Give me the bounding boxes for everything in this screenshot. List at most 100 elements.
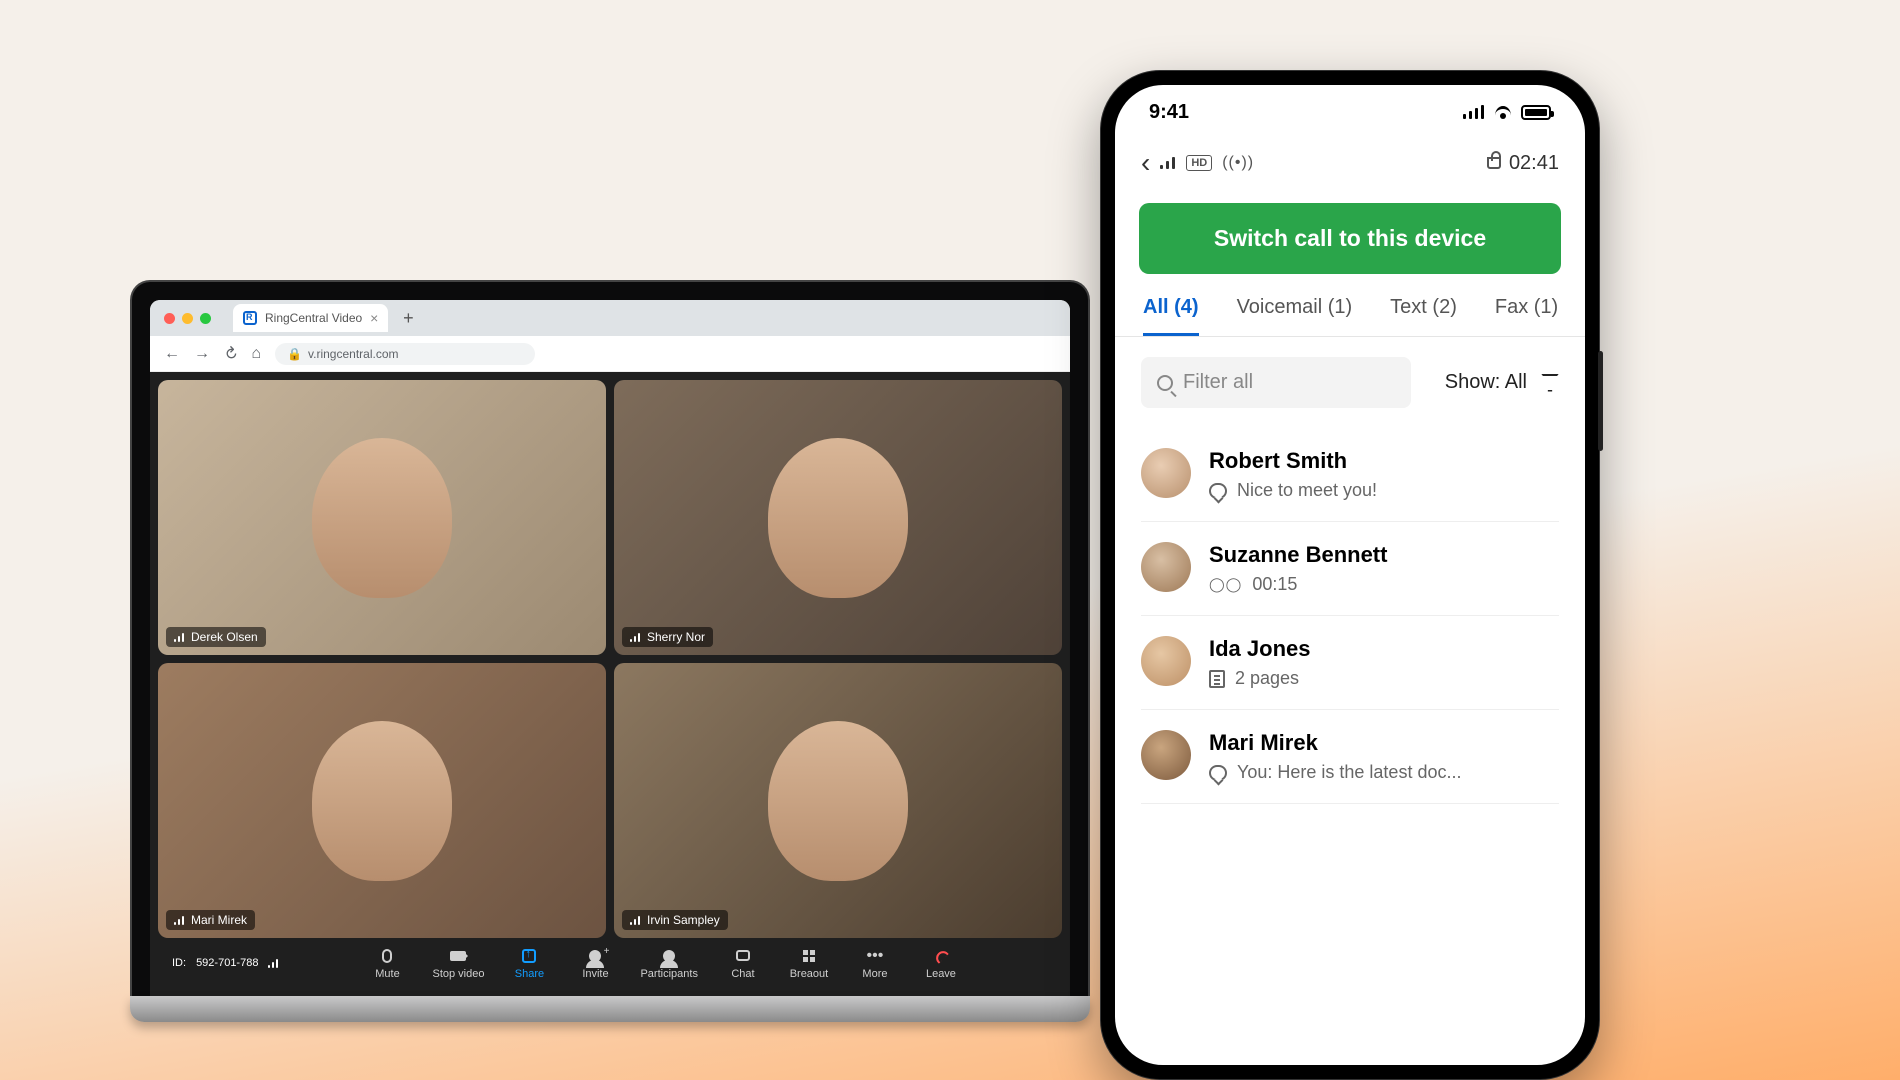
- contact-list: Robert Smith Nice to meet you! Suzanne B…: [1115, 428, 1585, 804]
- participant-name: Mari Mirek: [191, 913, 247, 927]
- contact-name: Robert Smith: [1209, 448, 1377, 474]
- share-button[interactable]: Share: [508, 947, 550, 980]
- label: More: [862, 968, 887, 980]
- call-timer: 02:41: [1509, 152, 1559, 175]
- video-tile[interactable]: Derek Olsen: [158, 380, 606, 655]
- maximize-window-icon[interactable]: [200, 313, 211, 324]
- meeting-id-label: ID:: [172, 957, 186, 969]
- label: Chat: [731, 968, 754, 980]
- participant-tag: Sherry Nor: [622, 627, 713, 647]
- invite-button[interactable]: Invite: [574, 947, 616, 980]
- signal-icon: [630, 632, 642, 642]
- close-tab-icon[interactable]: ×: [370, 310, 378, 326]
- signal-icon: [174, 915, 186, 925]
- meeting-bottombar: ID: 592-701-788 Mute Stop video Share In…: [158, 938, 1062, 988]
- switch-call-button[interactable]: Switch call to this device: [1139, 203, 1561, 274]
- avatar: [1141, 542, 1191, 592]
- contact-name: Ida Jones: [1209, 636, 1310, 662]
- voicemail-icon: ◯◯: [1209, 576, 1242, 593]
- video-tile[interactable]: Irvin Sampley: [614, 663, 1062, 938]
- meeting-id: ID: 592-701-788: [172, 957, 280, 969]
- contact-subtitle: Nice to meet you!: [1237, 480, 1377, 501]
- video-app: Derek Olsen Sherry Nor: [150, 372, 1070, 996]
- label: Mute: [375, 968, 399, 980]
- home-icon[interactable]: ⌂: [251, 345, 261, 363]
- list-item[interactable]: Ida Jones 2 pages: [1141, 616, 1559, 710]
- cellular-icon: [1463, 105, 1485, 119]
- video-tile[interactable]: Sherry Nor: [614, 380, 1062, 655]
- more-button[interactable]: •••More: [854, 947, 896, 980]
- stop-video-button[interactable]: Stop video: [432, 947, 484, 980]
- forward-icon[interactable]: →: [194, 345, 210, 363]
- reload-icon[interactable]: ↻: [224, 344, 237, 364]
- breakout-button[interactable]: Breaout: [788, 947, 830, 980]
- list-item[interactable]: Mari Mirek You: Here is the latest doc..…: [1141, 710, 1559, 804]
- new-tab-button[interactable]: +: [398, 308, 418, 328]
- avatar: [1141, 448, 1191, 498]
- contact-subtitle: 2 pages: [1235, 668, 1299, 689]
- browser-tab[interactable]: RingCentral Video ×: [233, 304, 388, 332]
- call-header: ‹ HD ((•)) 02:41: [1115, 139, 1585, 195]
- participant-video: [312, 438, 452, 598]
- back-icon[interactable]: ←: [164, 345, 180, 363]
- participant-name: Irvin Sampley: [647, 913, 720, 927]
- video-grid: Derek Olsen Sherry Nor: [158, 380, 1062, 938]
- chat-button[interactable]: Chat: [722, 947, 764, 980]
- browser-window: RingCentral Video × + ← → ↻ ⌂ 🔒 v.ringce…: [150, 300, 1070, 996]
- broadcast-icon: ((•)): [1222, 154, 1254, 172]
- video-tile[interactable]: Mari Mirek: [158, 663, 606, 938]
- leave-button[interactable]: Leave: [920, 947, 962, 980]
- meeting-controls: Mute Stop video Share Invite Participant…: [280, 947, 1048, 980]
- tab-text[interactable]: Text (2): [1390, 296, 1457, 336]
- signal-icon: [630, 915, 642, 925]
- traffic-lights[interactable]: [164, 313, 211, 324]
- label: Share: [515, 968, 544, 980]
- filter-input[interactable]: Filter all: [1141, 357, 1411, 408]
- battery-icon: [1521, 105, 1551, 120]
- chat-icon: [1209, 765, 1227, 781]
- list-item[interactable]: Robert Smith Nice to meet you!: [1141, 428, 1559, 522]
- label: Leave: [926, 968, 956, 980]
- show-filter[interactable]: Show: All: [1445, 371, 1559, 394]
- participant-name: Sherry Nor: [647, 630, 705, 644]
- tab-all[interactable]: All (4): [1143, 296, 1199, 336]
- url-text: v.ringcentral.com: [308, 347, 398, 361]
- signal-icon: [174, 632, 186, 642]
- phone-mockup: 9:41 ‹ HD ((•)) 02:41 Switch call to thi…: [1100, 70, 1600, 1080]
- participant-tag: Irvin Sampley: [622, 910, 728, 930]
- browser-tabbar: RingCentral Video × +: [150, 300, 1070, 336]
- label: Breaout: [790, 968, 829, 980]
- participant-name: Derek Olsen: [191, 630, 258, 644]
- meeting-id-value: 592-701-788: [196, 957, 258, 969]
- mute-button[interactable]: Mute: [366, 947, 408, 980]
- tab-fax[interactable]: Fax (1): [1495, 296, 1558, 336]
- inbox-tabs: All (4) Voicemail (1) Text (2) Fax (1): [1115, 296, 1585, 337]
- tab-title: RingCentral Video: [265, 311, 362, 325]
- lock-icon: 🔒: [287, 347, 302, 361]
- avatar: [1141, 730, 1191, 780]
- minimize-window-icon[interactable]: [182, 313, 193, 324]
- tab-voicemail[interactable]: Voicemail (1): [1237, 296, 1353, 336]
- label: Invite: [582, 968, 608, 980]
- contact-subtitle: You: Here is the latest doc...: [1237, 762, 1461, 783]
- list-item[interactable]: Suzanne Bennett ◯◯00:15: [1141, 522, 1559, 616]
- laptop-mockup: RingCentral Video × + ← → ↻ ⌂ 🔒 v.ringce…: [130, 280, 1090, 1022]
- signal-icon: [268, 958, 280, 968]
- contact-name: Mari Mirek: [1209, 730, 1461, 756]
- back-icon[interactable]: ‹: [1141, 147, 1150, 179]
- chat-icon: [1209, 483, 1227, 499]
- participant-video: [312, 721, 452, 881]
- phone-side-button: [1598, 351, 1603, 451]
- participant-tag: Derek Olsen: [166, 627, 266, 647]
- hd-badge: HD: [1186, 155, 1212, 171]
- wifi-icon: [1493, 102, 1513, 122]
- close-window-icon[interactable]: [164, 313, 175, 324]
- contact-subtitle: 00:15: [1252, 574, 1297, 595]
- participant-video: [768, 721, 908, 881]
- participant-video: [768, 438, 908, 598]
- search-icon: [1157, 375, 1173, 391]
- label: Stop video: [432, 968, 484, 980]
- participants-button[interactable]: Participants: [640, 947, 697, 980]
- filter-placeholder: Filter all: [1183, 371, 1253, 394]
- address-bar[interactable]: 🔒 v.ringcentral.com: [275, 343, 535, 365]
